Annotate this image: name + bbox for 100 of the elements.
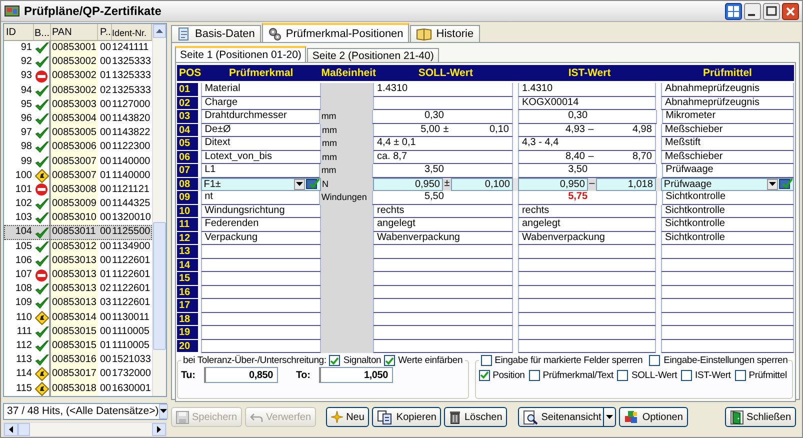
table-cell[interactable]: 1130011 — [112, 310, 152, 325]
pan-cell[interactable]: 00853016 — [51, 353, 98, 368]
checkbox[interactable] — [384, 355, 396, 366]
id-cell[interactable]: 102 — [4, 197, 34, 212]
pan-cell[interactable]: 00853004 — [51, 112, 98, 126]
table-cell[interactable]: 00 — [98, 254, 112, 268]
filter-dropdown[interactable]: 37 / 48 Hits, (<Alle Datensätze>) — [3, 402, 167, 420]
id-cell[interactable]: 114 — [4, 367, 34, 382]
button[interactable]: Optionen — [619, 407, 688, 427]
pan-cell[interactable]: 00853007 — [51, 154, 98, 169]
scrollbar[interactable] — [152, 24, 166, 396]
checkbox[interactable] — [478, 370, 490, 380]
id-cell[interactable]: 108 — [4, 282, 34, 296]
id-cell[interactable]: 99 — [4, 154, 34, 169]
pan-cell[interactable]: 00853012 — [51, 240, 98, 254]
id-cell[interactable]: 96 — [4, 112, 34, 126]
checkbox[interactable] — [648, 355, 660, 366]
scrollbar-thumb[interactable] — [153, 222, 166, 350]
button[interactable]: Neu — [326, 407, 370, 427]
id-cell[interactable]: 109 — [4, 296, 34, 311]
id-cell[interactable]: 91 — [4, 41, 34, 56]
column-header[interactable]: ID — [4, 24, 34, 40]
table-cell[interactable]: 1110005 — [112, 324, 152, 339]
checkbox[interactable] — [329, 355, 340, 366]
table-cell[interactable]: 1325333 — [112, 69, 152, 84]
table-cell[interactable]: 1144325 — [112, 197, 152, 212]
column-header[interactable]: Ident-Nr. — [112, 24, 152, 40]
table-cell[interactable]: 00 — [98, 310, 112, 325]
scroll-up-button[interactable] — [153, 24, 166, 38]
pan-cell[interactable]: 00853002 — [51, 84, 98, 98]
id-cell[interactable]: 98 — [4, 140, 34, 154]
table-cell[interactable]: 1121121 — [112, 182, 152, 198]
table-cell[interactable]: 00 — [98, 140, 112, 154]
id-cell[interactable]: 112 — [4, 338, 34, 354]
pan-cell[interactable]: 00853015 — [51, 324, 98, 339]
pan-cell[interactable]: 00853002 — [51, 69, 98, 84]
pan-cell[interactable]: 00853008 — [51, 182, 98, 198]
table-cell[interactable]: 00 — [98, 126, 112, 140]
table-cell[interactable]: 01 — [98, 268, 112, 282]
table-cell[interactable]: 1125500 — [112, 225, 152, 240]
table-cell[interactable]: 1630001 — [112, 382, 152, 396]
checkbox[interactable] — [528, 370, 540, 380]
table-cell[interactable]: 00 — [98, 154, 112, 169]
button[interactable]: Löschen — [444, 407, 508, 427]
input-field[interactable]: 0,850 — [204, 367, 278, 383]
table-cell[interactable]: 1140000 — [112, 154, 152, 169]
tab[interactable]: Historie — [410, 25, 480, 42]
table-cell[interactable]: 02 — [98, 282, 112, 296]
id-cell[interactable]: 115 — [4, 382, 34, 396]
table-cell[interactable]: 1122601 — [112, 254, 152, 268]
maximize-icon[interactable] — [763, 2, 780, 20]
scroll-left-button[interactable] — [4, 422, 18, 436]
table-cell[interactable]: 02 — [98, 84, 112, 98]
input-field[interactable]: 0,950 — [373, 178, 443, 190]
table-cell[interactable]: 01 — [98, 168, 112, 183]
table-cell[interactable]: 00 — [98, 382, 112, 396]
table-cell[interactable]: 1122601 — [112, 296, 152, 311]
edit-check-icon[interactable] — [306, 178, 320, 190]
table-cell[interactable]: 1122601 — [112, 268, 152, 282]
dropdown-button[interactable] — [294, 178, 305, 190]
table-cell[interactable]: 01 — [98, 338, 112, 354]
table-cell[interactable]: 1143822 — [112, 126, 152, 140]
checkbox[interactable] — [734, 370, 746, 380]
tab[interactable]: Basis-Daten — [171, 25, 261, 42]
pan-cell[interactable]: 00853017 — [51, 367, 98, 382]
checkbox[interactable] — [617, 370, 628, 380]
button[interactable]: Schließen — [724, 407, 796, 427]
table-cell[interactable]: 1122300 — [112, 140, 152, 154]
input-field[interactable]: 1,018 — [596, 178, 656, 190]
checkbox[interactable] — [681, 370, 692, 380]
id-cell[interactable]: 110 — [4, 310, 34, 325]
pan-cell[interactable]: 00853003 — [51, 98, 98, 112]
close-icon[interactable] — [782, 2, 799, 20]
id-cell[interactable]: 106 — [4, 254, 34, 268]
pan-cell[interactable]: 00853011 — [51, 225, 98, 240]
pan-cell[interactable]: 00853013 — [51, 268, 98, 282]
table-cell[interactable]: 1143820 — [112, 112, 152, 126]
minimize-icon[interactable] — [744, 2, 761, 20]
pan-cell[interactable]: 00853009 — [51, 197, 98, 212]
id-cell[interactable]: 95 — [4, 98, 34, 112]
pan-cell[interactable]: 00853005 — [51, 126, 98, 140]
id-cell[interactable]: 101 — [4, 182, 34, 198]
table-cell[interactable]: 00 — [98, 367, 112, 382]
pan-cell[interactable]: 00853013 — [51, 282, 98, 296]
pan-cell[interactable]: 00853002 — [51, 55, 98, 70]
table-cell[interactable]: 1325333 — [112, 84, 152, 98]
input-field[interactable]: 0,100 — [451, 178, 513, 190]
table-cell[interactable]: 00 — [98, 41, 112, 56]
id-cell[interactable]: 113 — [4, 353, 34, 368]
table-cell[interactable]: 00 — [98, 55, 112, 70]
table-cell[interactable]: 1122601 — [112, 282, 152, 296]
column-header[interactable]: PAN — [51, 24, 98, 40]
table-cell[interactable]: 00 — [98, 98, 112, 112]
input-field[interactable]: 0,950 — [518, 178, 588, 190]
table-cell[interactable]: 00 — [98, 211, 112, 226]
pan-cell[interactable]: 00853013 — [51, 254, 98, 268]
table-cell[interactable]: 1140000 — [112, 168, 152, 183]
dropdown-button[interactable] — [767, 178, 778, 190]
pan-cell[interactable]: 00853018 — [51, 382, 98, 396]
table-cell[interactable]: 00 — [98, 225, 112, 240]
